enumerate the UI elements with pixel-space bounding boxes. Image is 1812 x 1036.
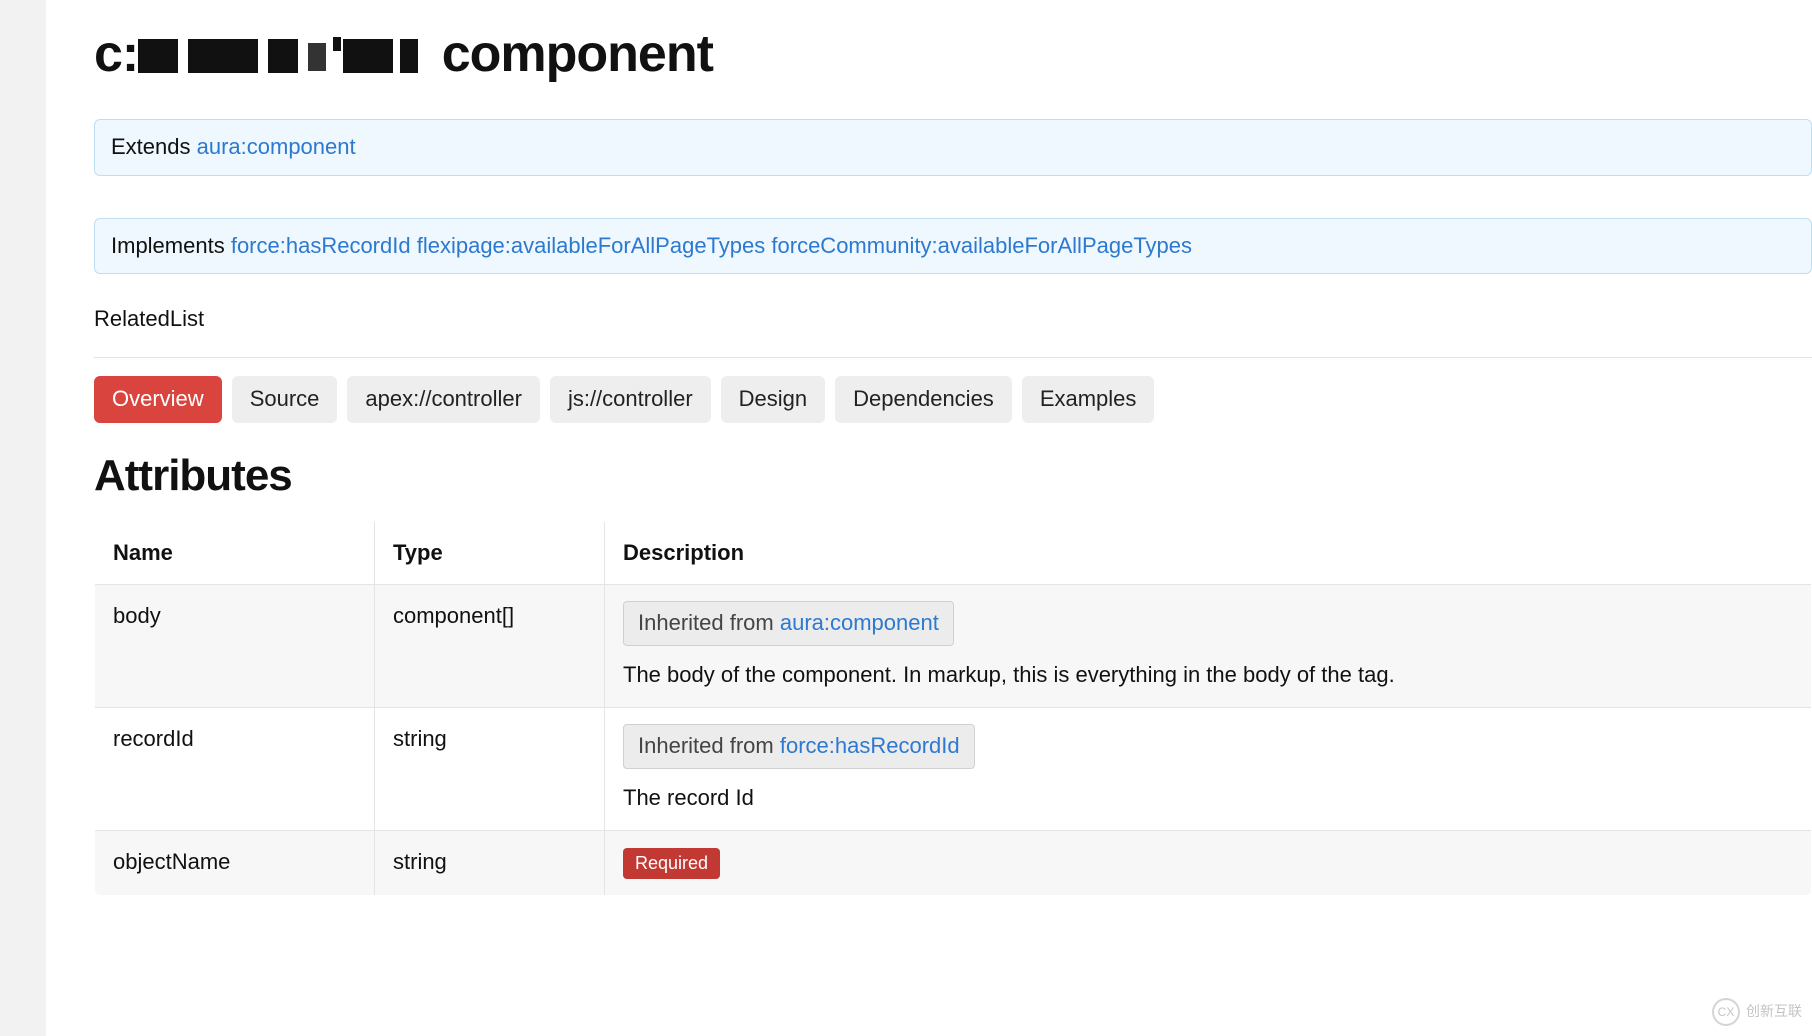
tab-bar: Overview Source apex://controller js://c… xyxy=(94,376,1812,423)
inherited-link[interactable]: force:hasRecordId xyxy=(780,733,960,758)
attr-desc: The record Id xyxy=(623,783,1793,814)
table-header-row: Name Type Description xyxy=(95,521,1812,585)
tab-apex-controller[interactable]: apex://controller xyxy=(347,376,540,423)
tab-dependencies[interactable]: Dependencies xyxy=(835,376,1012,423)
attributes-table: Name Type Description body component[] I… xyxy=(94,521,1812,896)
title-suffix: component xyxy=(428,25,713,83)
implements-link-0[interactable]: force:hasRecordId xyxy=(231,233,411,258)
inherited-link[interactable]: aura:component xyxy=(780,610,939,635)
page-title: c: component xyxy=(94,0,1812,91)
implements-link-1[interactable]: flexipage:availableForAllPageTypes xyxy=(417,233,766,258)
redacted-name xyxy=(138,33,428,77)
attr-type: string xyxy=(375,830,605,895)
table-row: body component[] Inherited from aura:com… xyxy=(95,585,1812,708)
attr-type: string xyxy=(375,707,605,830)
implements-label: Implements xyxy=(111,233,231,258)
divider xyxy=(94,357,1812,358)
implements-callout: Implements force:hasRecordId flexipage:a… xyxy=(94,218,1812,275)
column-type: Type xyxy=(375,521,605,585)
tab-examples[interactable]: Examples xyxy=(1022,376,1155,423)
inherited-badge: Inherited from aura:component xyxy=(623,601,954,646)
attr-desc-cell: Inherited from force:hasRecordId The rec… xyxy=(605,707,1812,830)
column-description: Description xyxy=(605,521,1812,585)
tab-js-controller[interactable]: js://controller xyxy=(550,376,711,423)
extends-link[interactable]: aura:component xyxy=(197,134,356,159)
table-row: objectName string Required xyxy=(95,830,1812,895)
attr-name: objectName xyxy=(95,830,375,895)
attributes-heading: Attributes xyxy=(94,445,1812,507)
required-badge: Required xyxy=(623,848,720,879)
inherited-badge: Inherited from force:hasRecordId xyxy=(623,724,975,769)
title-prefix: c: xyxy=(94,25,138,83)
tab-overview[interactable]: Overview xyxy=(94,376,222,423)
attr-desc-cell: Required xyxy=(605,830,1812,895)
attr-name: body xyxy=(95,585,375,708)
tab-source[interactable]: Source xyxy=(232,376,338,423)
extends-label: Extends xyxy=(111,134,197,159)
extends-callout: Extends aura:component xyxy=(94,119,1812,176)
attr-desc-cell: Inherited from aura:component The body o… xyxy=(605,585,1812,708)
component-description: RelatedList xyxy=(94,304,1812,335)
tab-design[interactable]: Design xyxy=(721,376,825,423)
implements-link-2[interactable]: forceCommunity:availableForAllPageTypes xyxy=(771,233,1192,258)
attr-name: recordId xyxy=(95,707,375,830)
attr-type: component[] xyxy=(375,585,605,708)
table-row: recordId string Inherited from force:has… xyxy=(95,707,1812,830)
attr-desc: The body of the component. In markup, th… xyxy=(623,660,1793,691)
column-name: Name xyxy=(95,521,375,585)
